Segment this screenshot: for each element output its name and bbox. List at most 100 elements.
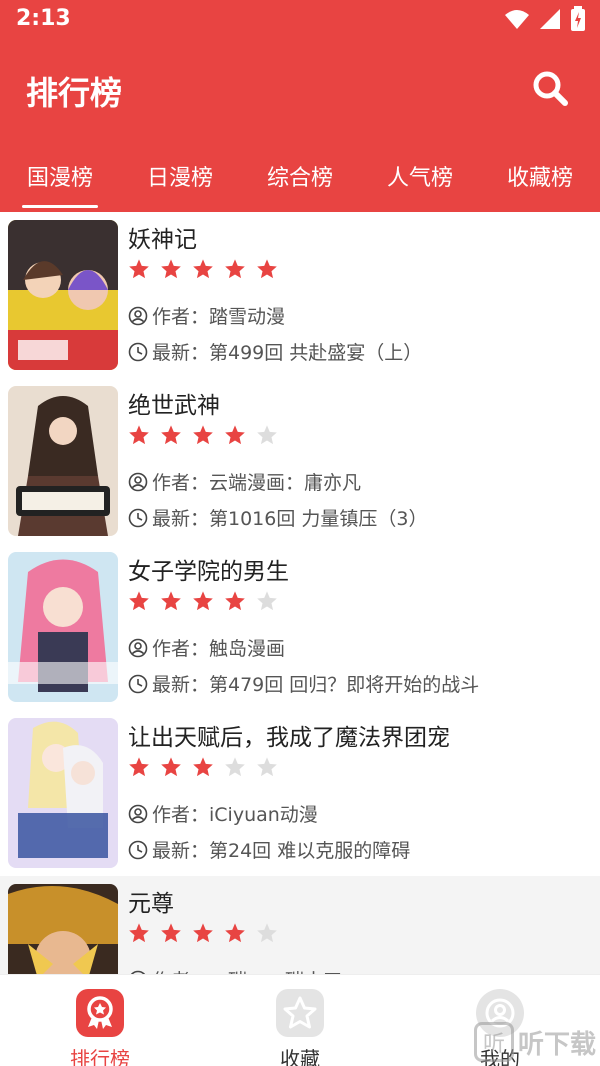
wifi-icon (505, 10, 529, 29)
comic-cover (8, 884, 118, 974)
latest-text: 最新：第24回 难以克服的障碍 (152, 840, 411, 862)
star-filled-icon (161, 757, 181, 777)
author-text: 作者：踏雪动漫 (152, 306, 286, 328)
latest-text: 最新：第499回 共赴盛宴（上） (152, 342, 423, 364)
star-filled-icon (129, 923, 149, 943)
tab-shoucang[interactable]: 收藏榜 (480, 140, 600, 212)
comic-title: 绝世武神 (128, 393, 220, 419)
rating-stars (128, 590, 278, 612)
tab-label: 国漫榜 (26, 166, 93, 191)
rating-stars (128, 756, 278, 778)
nav-ranking[interactable]: 排行榜 (40, 983, 160, 1066)
comic-row[interactable]: 绝世武神 作者：云端漫画：庸亦凡 最新：第1016回 力量镇压（3） (0, 378, 600, 544)
status-time: 2:13 (16, 6, 71, 31)
star-empty-icon (257, 757, 277, 777)
author-line: 作者：云端漫画：庸亦凡 (128, 468, 361, 495)
tab-bar: 国漫榜 日漫榜 综合榜 人气榜 收藏榜 (0, 140, 600, 212)
latest-line: 最新：第479回 回归？即将开始的战斗 (128, 670, 479, 697)
comic-title: 女子学院的男生 (128, 559, 289, 585)
star-filled-icon (161, 591, 181, 611)
comic-row[interactable]: 元尊 作者：二碳：二碳水工 (0, 876, 600, 974)
watermark-text: 听下载 (517, 1029, 596, 1060)
rating-stars (128, 258, 278, 280)
comic-title: 妖神记 (128, 227, 197, 253)
status-icons (504, 6, 586, 32)
star-filled-icon (129, 259, 149, 279)
star-empty-icon (257, 425, 277, 445)
status-bar: 2:13 (0, 0, 600, 40)
search-button[interactable] (530, 68, 570, 108)
author-line: 作者：踏雪动漫 (128, 302, 285, 329)
signal-icon (540, 9, 560, 29)
app-bar: 排行榜 (0, 40, 600, 140)
star-filled-icon (161, 259, 181, 279)
clock-icon (128, 674, 148, 693)
ranking-icon (76, 989, 124, 1037)
latest-text: 最新：第1016回 力量镇压（3） (152, 508, 428, 530)
tab-label: 收藏榜 (506, 166, 573, 191)
user-icon (128, 638, 148, 657)
tab-guoman[interactable]: 国漫榜 (0, 140, 120, 212)
star-filled-icon (225, 923, 245, 943)
comic-cover (8, 718, 118, 868)
author-line: 作者：二碳：二碳水工 (128, 966, 342, 974)
author-text: 作者：iCiyuan动漫 (152, 804, 318, 826)
comic-row[interactable]: 妖神记 作者：踏雪动漫 最新：第499回 共赴盛宴（上） (0, 212, 600, 378)
star-filled-icon (193, 259, 213, 279)
comic-list[interactable]: 妖神记 作者：踏雪动漫 最新：第499回 共赴盛宴（上） 绝世武神 作者：云端漫… (0, 212, 600, 974)
author-text: 作者：触岛漫画 (152, 638, 286, 660)
star-empty-icon (257, 923, 277, 943)
star-filled-icon (193, 591, 213, 611)
latest-line: 最新：第1016回 力量镇压（3） (128, 504, 427, 531)
author-line: 作者：iCiyuan动漫 (128, 800, 318, 827)
clock-icon (128, 840, 148, 859)
rating-stars (128, 922, 278, 944)
tab-renqi[interactable]: 人气榜 (360, 140, 480, 212)
star-filled-icon (225, 591, 245, 611)
author-line: 作者：触岛漫画 (128, 634, 285, 661)
star-empty-icon (257, 591, 277, 611)
comic-title: 元尊 (128, 891, 174, 917)
star-filled-icon (161, 923, 181, 943)
rating-stars (128, 424, 278, 446)
tab-label: 综合榜 (266, 166, 333, 191)
star-filled-icon (193, 757, 213, 777)
star-filled-icon (129, 591, 149, 611)
star-filled-icon (193, 425, 213, 445)
latest-text: 最新：第479回 回归？即将开始的战斗 (152, 674, 480, 696)
user-icon (128, 306, 148, 325)
nav-label: 收藏 (280, 1047, 320, 1066)
star-filled-icon (129, 425, 149, 445)
search-icon (533, 71, 568, 106)
latest-line: 最新：第499回 共赴盛宴（上） (128, 338, 422, 365)
comic-title: 让出天赋后，我成了魔法界团宠 (128, 725, 450, 751)
star-filled-icon (129, 757, 149, 777)
star-filled-icon (161, 425, 181, 445)
star-filled-icon (225, 259, 245, 279)
nav-favorites[interactable]: 收藏 (240, 983, 360, 1066)
latest-line: 最新：第24回 难以克服的障碍 (128, 836, 410, 863)
nav-label: 排行榜 (70, 1047, 130, 1066)
tab-label: 人气榜 (386, 166, 453, 191)
comic-row[interactable]: 让出天赋后，我成了魔法界团宠 作者：iCiyuan动漫 最新：第24回 难以克服… (0, 710, 600, 876)
author-text: 作者：二碳：二碳水工 (152, 966, 342, 974)
star-empty-icon (225, 757, 245, 777)
tab-riman[interactable]: 日漫榜 (120, 140, 240, 212)
tab-label: 日漫榜 (146, 166, 213, 191)
comic-cover (8, 386, 118, 536)
star-filled-icon (225, 425, 245, 445)
battery-icon (571, 6, 585, 31)
star-icon (276, 989, 324, 1037)
clock-icon (128, 342, 148, 361)
clock-icon (128, 508, 148, 527)
comic-cover (8, 552, 118, 702)
author-text: 作者：云端漫画：庸亦凡 (152, 472, 362, 494)
comic-row[interactable]: 女子学院的男生 作者：触岛漫画 最新：第479回 回归？即将开始的战斗 (0, 544, 600, 710)
page-title: 排行榜 (26, 74, 123, 112)
tab-zonghe[interactable]: 综合榜 (240, 140, 360, 212)
comic-cover (8, 220, 118, 370)
user-icon (128, 804, 148, 823)
star-filled-icon (257, 259, 277, 279)
star-filled-icon (193, 923, 213, 943)
watermark-box: 听 (473, 1022, 514, 1062)
